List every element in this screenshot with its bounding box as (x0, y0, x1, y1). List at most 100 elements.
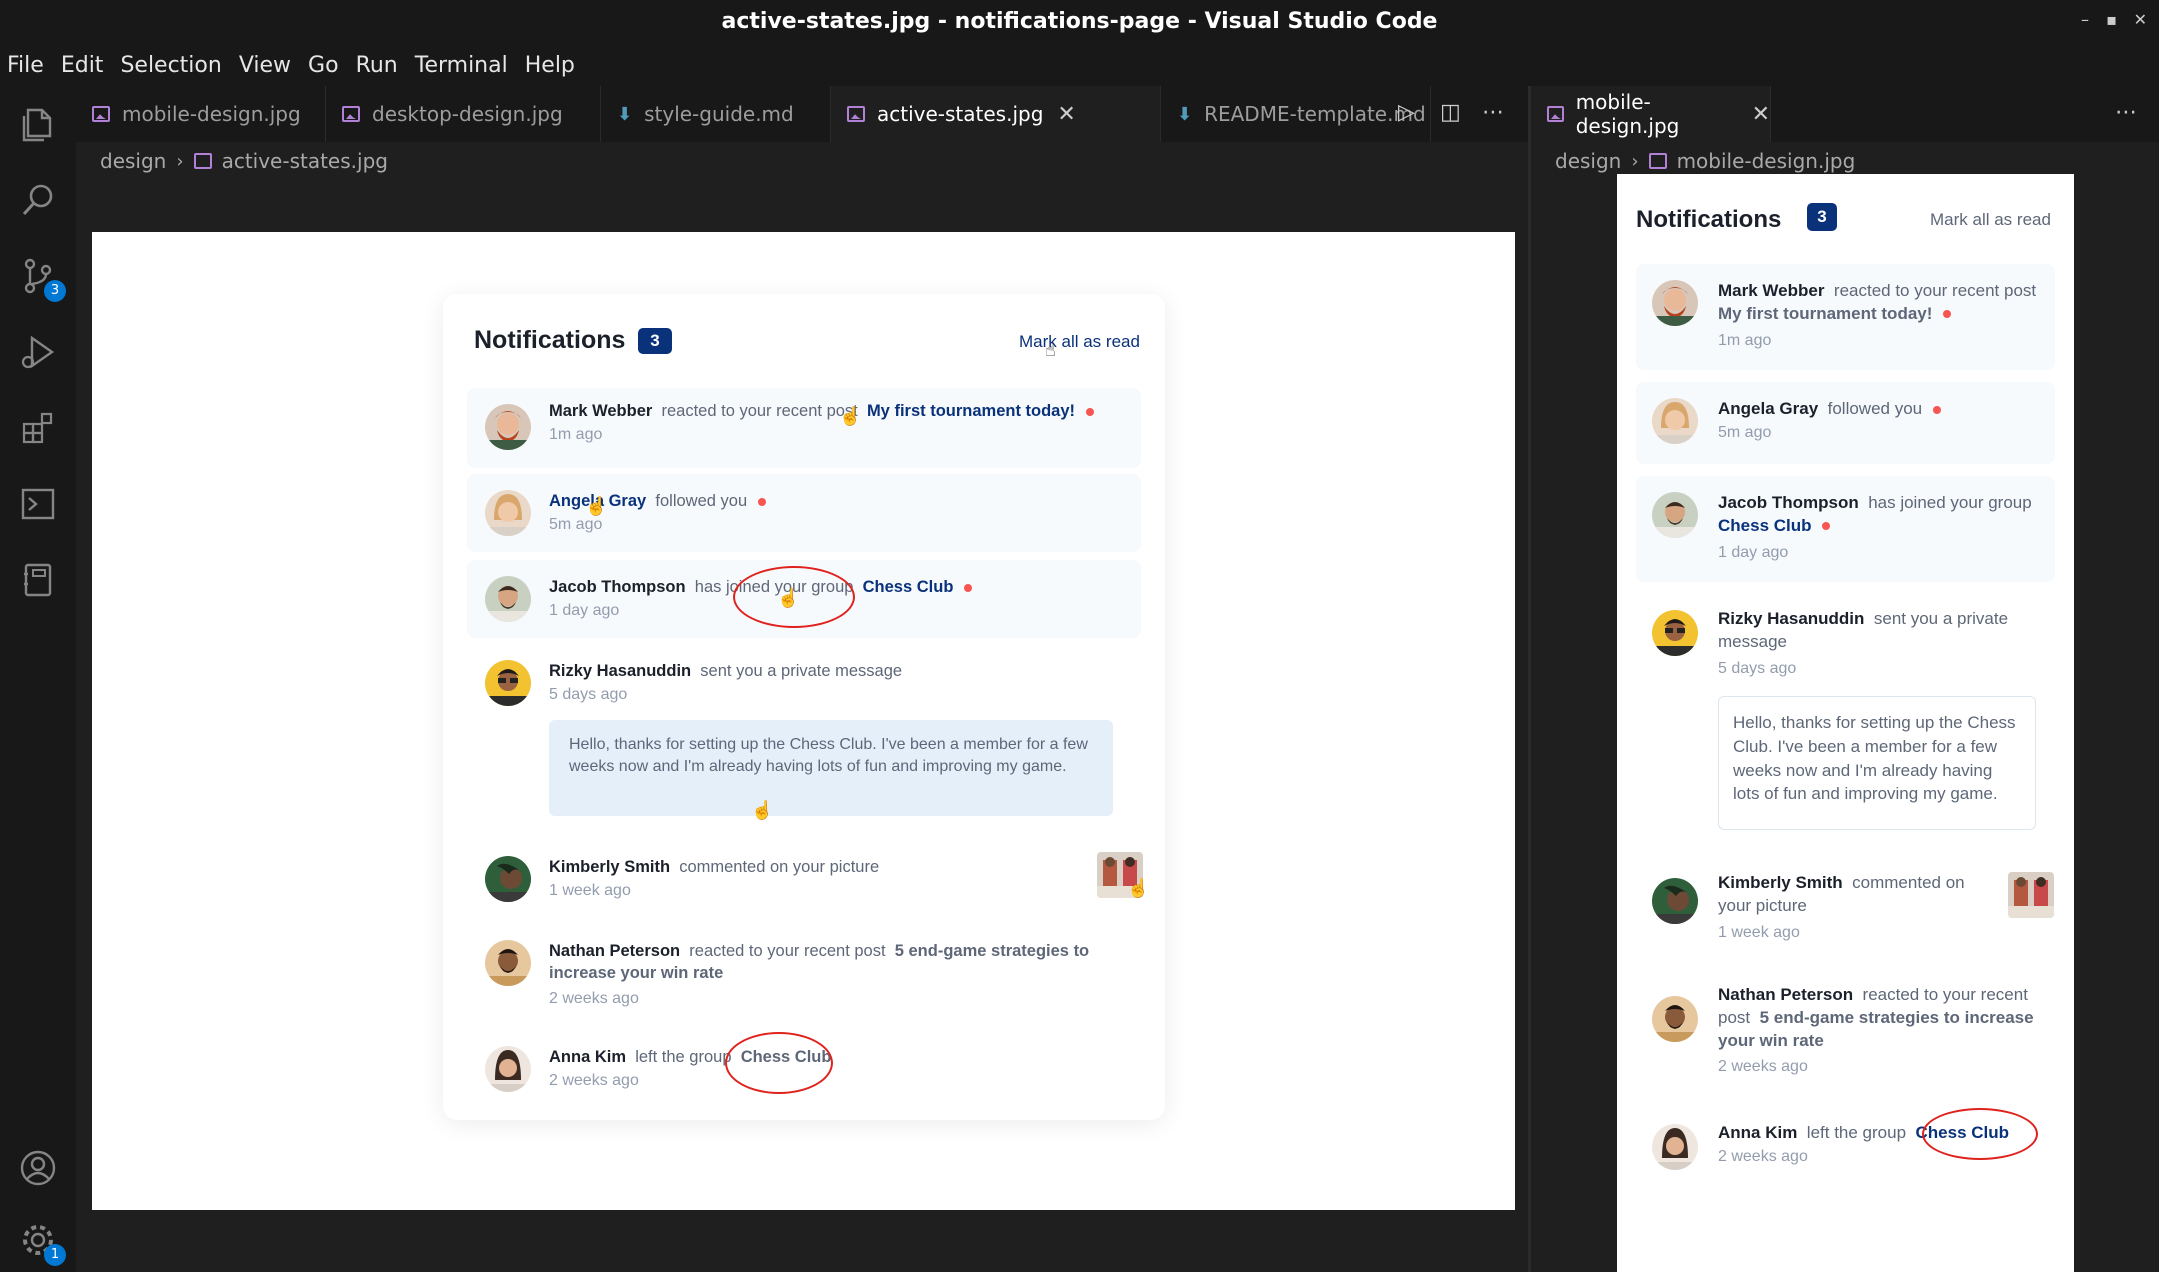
notification-action: followed you (1827, 399, 1923, 418)
notification-item-5[interactable]: Kimberly Smith commented on your picture… (1636, 854, 2055, 952)
search-icon[interactable] (18, 180, 58, 220)
more-actions-icon[interactable]: ⋯ (2115, 100, 2137, 125)
notification-name[interactable]: Rizky Hasanuddin (1718, 609, 1864, 628)
terminal-icon[interactable] (18, 484, 58, 524)
menu-bar: File Edit Selection View Go Run Terminal… (0, 44, 2159, 86)
menu-file[interactable]: File (7, 53, 44, 78)
breadcrumb-right: design › mobile-design.jpg (1555, 146, 1855, 176)
notification-group-link[interactable]: Chess Club (1718, 516, 1812, 535)
notification-item-4[interactable]: Rizky Hasanuddin sent you a private mess… (467, 648, 1141, 832)
notification-time: 5 days ago (549, 686, 628, 703)
breadcrumb-folder[interactable]: design (1555, 149, 1621, 173)
annotation-circle (1922, 1108, 2038, 1160)
notification-name[interactable]: Nathan Peterson (549, 942, 680, 960)
close-window-icon[interactable]: ✕ (2134, 10, 2147, 29)
notification-name[interactable]: Jacob Thompson (1718, 493, 1859, 512)
notification-time: 1 week ago (549, 882, 631, 899)
tab-mobile-design[interactable]: mobile-design.jpg (76, 86, 326, 142)
unread-dot (1085, 407, 1094, 416)
notification-item-6[interactable]: Nathan Peterson reacted to your recent p… (1636, 974, 2055, 1086)
notification-name[interactable]: Angela Gray (1718, 399, 1818, 418)
notebook-icon[interactable] (18, 560, 58, 600)
menu-edit[interactable]: Edit (61, 53, 104, 78)
run-icon[interactable]: ▷ (1398, 100, 1415, 125)
source-control-icon[interactable]: 3 (18, 256, 66, 302)
notification-item-1[interactable]: Mark Webber reacted to your recent post … (1636, 264, 2055, 370)
extensions-icon[interactable] (18, 408, 58, 448)
notification-item-7[interactable]: Anna Kim left the group Chess Club 2 wee… (1636, 1102, 2055, 1192)
menu-go[interactable]: Go (308, 53, 339, 78)
split-editor-icon[interactable]: ◫ (1440, 100, 1461, 125)
notifications-card: Notifications 3 Mark all as read ☝ Mark … (443, 294, 1165, 1120)
menu-selection[interactable]: Selection (120, 53, 221, 78)
image-file-icon (1648, 153, 1667, 169)
hand-cursor-icon: ☝ (777, 588, 800, 608)
notification-post-link[interactable]: My first tournament today! (1718, 304, 1932, 323)
private-message-box[interactable]: Hello, thanks for setting up the Chess C… (549, 720, 1113, 816)
hand-cursor-icon: ☝ (1045, 340, 1056, 361)
notification-name[interactable]: Rizky Hasanuddin (549, 662, 691, 680)
image-file-icon (193, 153, 212, 169)
window-title: active-states.jpg - notifications-page -… (721, 9, 1438, 34)
notification-item-7[interactable]: Anna Kim left the group Chess Club 2 wee… (467, 1032, 1141, 1108)
tab-mobile-design-right[interactable]: mobile-design.jpg ✕ (1531, 86, 1771, 142)
image-file-icon (1547, 106, 1564, 122)
breadcrumb-file[interactable]: mobile-design.jpg (1677, 149, 1856, 173)
tab-strip-right: mobile-design.jpg ✕ ⋯ (1531, 86, 2159, 142)
notification-name[interactable]: Nathan Peterson (1718, 985, 1853, 1004)
notification-item-2[interactable]: Angela Gray followed you 5m ago ☝ (467, 474, 1141, 552)
notification-group-link[interactable]: Chess Club (863, 578, 954, 596)
notification-name[interactable]: Mark Webber (549, 402, 652, 420)
close-tab-icon[interactable]: ✕ (1752, 102, 1770, 127)
notification-item-3[interactable]: Jacob Thompson has joined your group Che… (1636, 476, 2055, 582)
notification-time: 5 days ago (1718, 660, 1797, 677)
avatar (485, 1046, 531, 1092)
tab-style-guide[interactable]: ⬇ style-guide.md (601, 86, 831, 142)
avatar (485, 660, 531, 706)
notification-item-5[interactable]: Kimberly Smith commented on your picture… (467, 842, 1149, 916)
mark-all-read-link[interactable]: Mark all as read (1019, 332, 1140, 352)
run-debug-icon[interactable] (18, 332, 58, 372)
minimize-icon[interactable]: – (2081, 10, 2089, 29)
menu-help[interactable]: Help (525, 53, 575, 78)
notification-name[interactable]: Kimberly Smith (1718, 873, 1843, 892)
menu-run[interactable]: Run (356, 53, 398, 78)
notification-name[interactable]: Kimberly Smith (549, 858, 670, 876)
menu-view[interactable]: View (239, 53, 291, 78)
notification-name[interactable]: Jacob Thompson (549, 578, 686, 596)
avatar (1652, 1124, 1698, 1170)
tab-label: README-template.md (1204, 102, 1426, 126)
notification-name[interactable]: Anna Kim (1718, 1123, 1797, 1142)
settings-gear-icon[interactable]: 1 (18, 1220, 66, 1266)
notification-item-1[interactable]: Mark Webber reacted to your recent post … (467, 388, 1141, 468)
hand-cursor-icon: ☝ (751, 800, 774, 820)
close-tab-icon[interactable]: ✕ (1057, 102, 1075, 127)
notification-item-6[interactable]: Nathan Peterson reacted to your recent p… (467, 926, 1141, 1024)
breadcrumb-folder[interactable]: design (100, 149, 166, 173)
mark-all-read-link[interactable]: Mark all as read (1930, 210, 2051, 230)
commented-picture-thumbnail[interactable] (2008, 872, 2054, 918)
unread-dot (1822, 522, 1831, 531)
notification-post-link[interactable]: My first tournament today! (867, 402, 1075, 420)
maximize-icon[interactable]: ▪ (2106, 10, 2117, 29)
account-icon[interactable] (18, 1148, 58, 1188)
source-control-badge: 3 (44, 280, 66, 302)
notification-item-3[interactable]: Jacob Thompson has joined your group Che… (467, 560, 1141, 638)
markdown-file-icon: ⬇ (1177, 103, 1193, 125)
notification-time: 5m ago (1718, 424, 1772, 441)
tab-label: mobile-design.jpg (1575, 90, 1680, 138)
notification-item-2[interactable]: Angela Gray followed you 5m ago (1636, 382, 2055, 464)
avatar (485, 856, 531, 902)
notification-name[interactable]: Anna Kim (549, 1048, 626, 1066)
breadcrumb-file[interactable]: active-states.jpg (222, 149, 388, 173)
menu-terminal[interactable]: Terminal (415, 53, 508, 78)
notification-item-4[interactable]: Rizky Hasanuddin sent you a private mess… (1636, 592, 2055, 842)
explorer-icon[interactable] (18, 104, 58, 144)
tab-readme-template[interactable]: ⬇ README-template.md (1161, 86, 1431, 142)
private-message-box[interactable]: Hello, thanks for setting up the Chess C… (1718, 696, 2036, 830)
notification-name[interactable]: Mark Webber (1718, 281, 1824, 300)
tab-active-states[interactable]: active-states.jpg ✕ (831, 86, 1161, 142)
tab-desktop-design[interactable]: desktop-design.jpg (326, 86, 601, 142)
notification-post-link[interactable]: 5 end-game strategies to increase your w… (1718, 1008, 2034, 1050)
more-actions-icon[interactable]: ⋯ (1482, 100, 1504, 125)
